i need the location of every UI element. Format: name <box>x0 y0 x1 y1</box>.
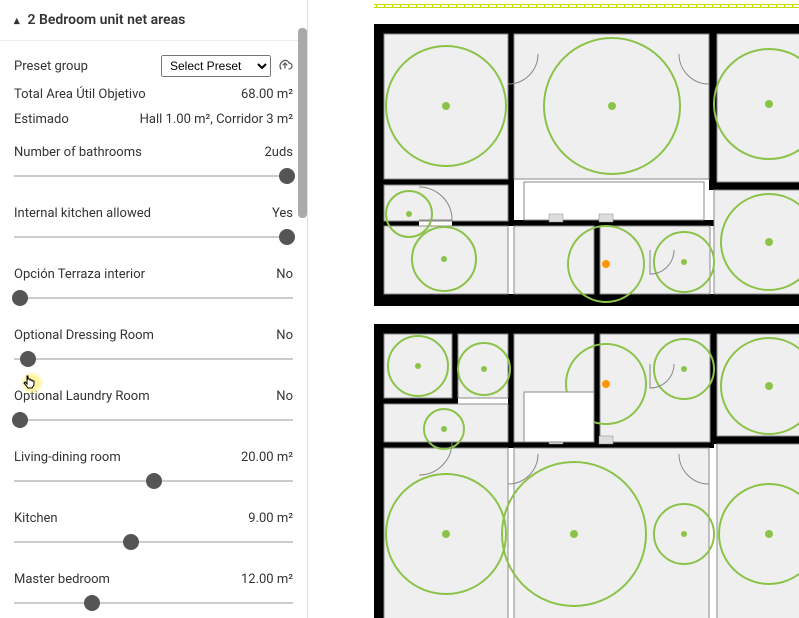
slider-track[interactable] <box>14 347 293 371</box>
estimado-label: Estimado <box>14 112 69 127</box>
slider-track[interactable] <box>14 408 293 432</box>
slider-label: Optional Laundry Room <box>14 389 150 404</box>
slider-value: 12.00 m² <box>241 572 293 587</box>
ruler-horizontal <box>374 4 799 8</box>
slider-label: Internal kitchen allowed <box>14 206 151 221</box>
upload-preset-icon[interactable] <box>277 58 293 74</box>
preset-row: Preset group Select Preset <box>14 55 293 77</box>
slider-laundry: Optional Laundry Room No <box>14 389 293 432</box>
slider-value: 20.00 m² <box>241 450 293 465</box>
slider-track[interactable] <box>14 286 293 310</box>
slider-value: No <box>276 267 293 282</box>
slider-thumb[interactable] <box>84 595 100 611</box>
slider-value: Yes <box>272 206 293 221</box>
slider-thumb[interactable] <box>123 534 139 550</box>
preset-label: Preset group <box>14 59 88 74</box>
slider-thumb[interactable] <box>279 229 295 245</box>
slider-track[interactable] <box>14 530 293 554</box>
slider-bathrooms: Number of bathrooms 2uds <box>14 145 293 188</box>
total-area-row: Total Area Útil Objetivo 68.00 m² <box>14 87 293 102</box>
slider-thumb[interactable] <box>279 168 295 184</box>
slider-track[interactable] <box>14 164 293 188</box>
slider-thumb[interactable] <box>12 412 28 428</box>
slider-label: Optional Dressing Room <box>14 328 154 343</box>
slider-dressing: Optional Dressing Room No <box>14 328 293 371</box>
slider-label: Kitchen <box>14 511 58 526</box>
total-area-value: 68.00 m² <box>241 87 293 102</box>
slider-label: Living-dining room <box>14 450 121 465</box>
slider-value: 9.00 m² <box>248 511 293 526</box>
slider-kitchen: Kitchen 9.00 m² <box>14 511 293 554</box>
section-body: Preset group Select Preset Total Area Út… <box>0 41 307 615</box>
floorplan-svg <box>374 24 799 618</box>
slider-terraza: Opción Terraza interior No <box>14 267 293 310</box>
properties-panel: ▴ 2 Bedroom unit net areas Preset group … <box>0 0 308 618</box>
slider-master: Master bedroom 12.00 m² <box>14 572 293 615</box>
slider-label: Number of bathrooms <box>14 145 142 160</box>
slider-value: No <box>276 328 293 343</box>
slider-track[interactable] <box>14 469 293 493</box>
slider-thumb[interactable] <box>20 351 36 367</box>
estimado-row: Estimado Hall 1.00 m², Corridor 3 m² <box>14 112 293 127</box>
section-header[interactable]: ▴ 2 Bedroom unit net areas <box>0 0 307 41</box>
slider-value: 2uds <box>264 145 293 160</box>
slider-living: Living-dining room 20.00 m² <box>14 450 293 493</box>
chevron-up-icon: ▴ <box>14 14 20 27</box>
estimado-value: Hall 1.00 m², Corridor 3 m² <box>140 112 293 127</box>
slider-thumb[interactable] <box>146 473 162 489</box>
slider-internal-kitchen: Internal kitchen allowed Yes <box>14 206 293 249</box>
section-title: 2 Bedroom unit net areas <box>28 12 186 28</box>
floorplan-canvas[interactable] <box>308 0 799 618</box>
slider-label: Master bedroom <box>14 572 110 587</box>
slider-value: No <box>276 389 293 404</box>
total-area-label: Total Area Útil Objetivo <box>14 87 146 102</box>
preset-select[interactable]: Select Preset <box>161 55 271 77</box>
slider-track[interactable] <box>14 225 293 249</box>
slider-track[interactable] <box>14 591 293 615</box>
slider-label: Opción Terraza interior <box>14 267 145 282</box>
slider-thumb[interactable] <box>12 290 28 306</box>
scrollbar-thumb[interactable] <box>298 28 307 218</box>
